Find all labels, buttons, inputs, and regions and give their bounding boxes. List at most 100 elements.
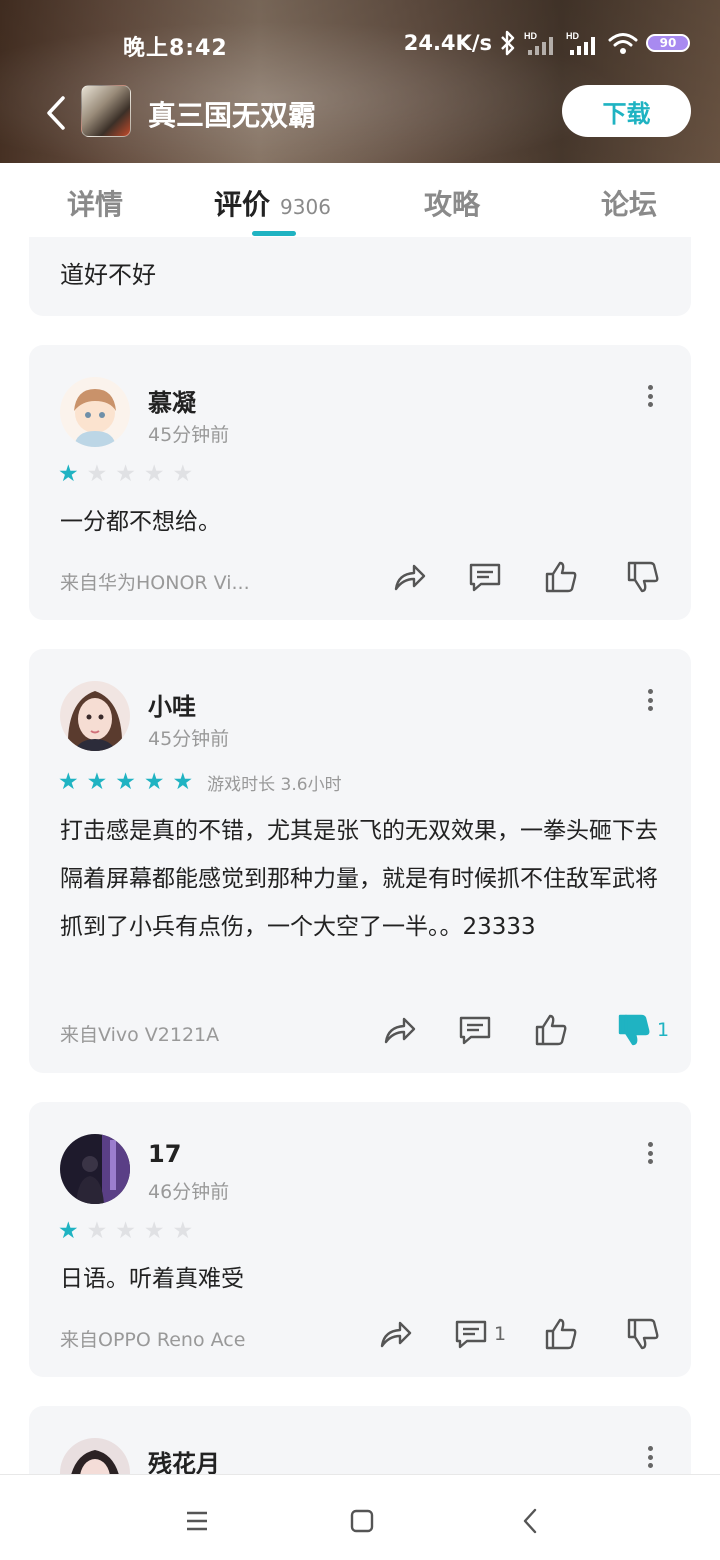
thumb-up-icon xyxy=(545,1318,577,1350)
more-options-button[interactable] xyxy=(641,1442,659,1472)
avatar[interactable] xyxy=(60,377,130,447)
star-icon: ★ xyxy=(58,768,79,795)
post-time: 46分钟前 xyxy=(148,1181,230,1203)
tab-label: 攻略 xyxy=(424,188,481,221)
signal-icon: HD xyxy=(524,31,553,55)
star-icon: ★ xyxy=(115,460,136,487)
more-options-button[interactable] xyxy=(641,685,659,715)
system-nav-bar xyxy=(0,1474,720,1560)
avatar[interactable] xyxy=(60,1134,130,1204)
thumb-down-icon xyxy=(627,561,659,593)
download-button[interactable]: 下载 xyxy=(562,85,691,137)
share-button[interactable] xyxy=(379,1316,413,1352)
tab-reviews[interactable]: 评价 9306 xyxy=(214,183,331,223)
avatar[interactable] xyxy=(60,1438,130,1474)
star-icon: ★ xyxy=(86,1217,108,1244)
playtime: 游戏时长 3.6小时 xyxy=(207,774,342,795)
avatar-image xyxy=(60,377,130,447)
device-source: 来自华为HONOR Vi... xyxy=(60,572,250,594)
review-list[interactable]: 道好不好 慕凝 45分钟前 ★ ★ ★ ★ ★ 一分都不想给。 来自华为HONO… xyxy=(0,237,720,1474)
avatar-image xyxy=(60,681,130,751)
tab-guides[interactable]: 攻略 xyxy=(424,183,480,223)
user-name[interactable]: 小哇 xyxy=(148,687,196,722)
like-button[interactable] xyxy=(534,1012,568,1048)
thumb-up-icon xyxy=(545,561,577,593)
home-button[interactable] xyxy=(342,1501,382,1541)
review-text: 日语。听着真难受 xyxy=(60,1266,244,1292)
menu-button[interactable] xyxy=(177,1501,217,1541)
user-name[interactable]: 17 xyxy=(148,1140,181,1168)
review-card: 道好不好 xyxy=(29,237,691,316)
back-button[interactable] xyxy=(36,88,76,138)
thumb-up-icon xyxy=(535,1014,567,1046)
svg-text:HD: HD xyxy=(566,31,579,41)
comment-icon xyxy=(469,563,501,592)
tab-details[interactable]: 详情 xyxy=(67,183,123,223)
share-icon xyxy=(384,1017,416,1044)
menu-icon xyxy=(187,1511,207,1531)
thumb-down-icon xyxy=(627,1318,659,1350)
star-icon: ★ xyxy=(58,460,79,487)
review-card: 小哇 45分钟前 ★ ★ ★ ★ ★ 游戏时长 3.6小时 打击感是真的不错，尤… xyxy=(29,649,691,1073)
bluetooth-icon xyxy=(501,30,515,56)
share-icon xyxy=(380,1321,412,1348)
post-time: 45分钟前 xyxy=(148,424,230,446)
dislike-button[interactable]: 1 xyxy=(617,1012,669,1048)
app-title-row: 真三国无双霸 下载 xyxy=(0,82,720,142)
more-options-button[interactable] xyxy=(641,381,659,411)
comment-button[interactable]: 1 xyxy=(454,1316,506,1352)
review-text: 打击感是真的不错，尤其是张飞的无双效果，一拳头砸下去隔着屏幕都能感觉到那种力量，… xyxy=(60,818,658,940)
user-name[interactable]: 慕凝 xyxy=(148,383,196,418)
status-time: 晚上8:42 xyxy=(123,36,228,61)
comment-button[interactable] xyxy=(468,559,508,595)
star-icon: ★ xyxy=(172,768,194,795)
share-button[interactable] xyxy=(383,1012,417,1048)
nav-back-icon xyxy=(523,1508,537,1534)
home-icon xyxy=(350,1509,374,1533)
svg-text:HD: HD xyxy=(524,31,537,41)
star-icon: ★ xyxy=(86,460,108,487)
thumb-down-icon xyxy=(618,1014,650,1046)
tab-label: 论坛 xyxy=(601,188,658,221)
tab-label: 评价 xyxy=(214,188,271,221)
dislike-button[interactable] xyxy=(626,1316,666,1352)
app-title: 真三国无双霸 xyxy=(148,99,317,132)
like-button[interactable] xyxy=(544,1316,578,1352)
comment-count: 1 xyxy=(494,1323,507,1345)
tab-forum[interactable]: 论坛 xyxy=(601,183,657,223)
star-icon: ★ xyxy=(143,460,165,487)
share-icon xyxy=(394,564,426,591)
status-bar: 晚上8:42 24.4K/s HD HD 90 xyxy=(0,0,720,86)
avatar[interactable] xyxy=(60,681,130,751)
user-name[interactable]: 残花月 xyxy=(148,1444,220,1474)
share-button[interactable] xyxy=(393,559,427,595)
status-indicators: 24.4K/s HD HD 90 xyxy=(404,28,690,58)
signal-icon: HD xyxy=(566,31,595,55)
review-text: 道好不好 xyxy=(60,261,156,289)
comment-icon xyxy=(459,1016,491,1045)
back-arrow-icon xyxy=(47,96,65,130)
app-header: 晚上8:42 24.4K/s HD HD 90 真三国无双霸 下载 xyxy=(0,0,720,163)
dislike-count: 1 xyxy=(657,1019,670,1041)
star-icon: ★ xyxy=(115,768,136,795)
star-icon: ★ xyxy=(58,1217,79,1244)
device-source: 来自OPPO Reno Ace xyxy=(60,1329,246,1351)
comment-button[interactable] xyxy=(458,1012,498,1048)
avatar-image xyxy=(60,1134,130,1204)
battery-indicator: 90 xyxy=(646,34,690,52)
nav-back-button[interactable] xyxy=(510,1501,550,1541)
rating-stars: ★ ★ ★ ★ ★ 游戏时长 3.6小时 xyxy=(58,768,342,795)
wifi-icon xyxy=(608,33,638,54)
like-button[interactable] xyxy=(544,559,578,595)
more-options-button[interactable] xyxy=(641,1138,659,1168)
device-source: 来自Vivo V2121A xyxy=(60,1024,220,1046)
review-card: 17 46分钟前 ★ ★ ★ ★ ★ 日语。听着真难受 来自OPPO Reno … xyxy=(29,1102,691,1377)
star-icon: ★ xyxy=(86,768,108,795)
star-icon: ★ xyxy=(143,768,165,795)
star-icon: ★ xyxy=(143,1217,165,1244)
active-tab-indicator xyxy=(252,231,296,236)
review-card: 残花月 xyxy=(29,1406,691,1474)
review-count: 9306 xyxy=(280,195,331,219)
tab-label: 详情 xyxy=(67,188,124,221)
dislike-button[interactable] xyxy=(626,559,666,595)
